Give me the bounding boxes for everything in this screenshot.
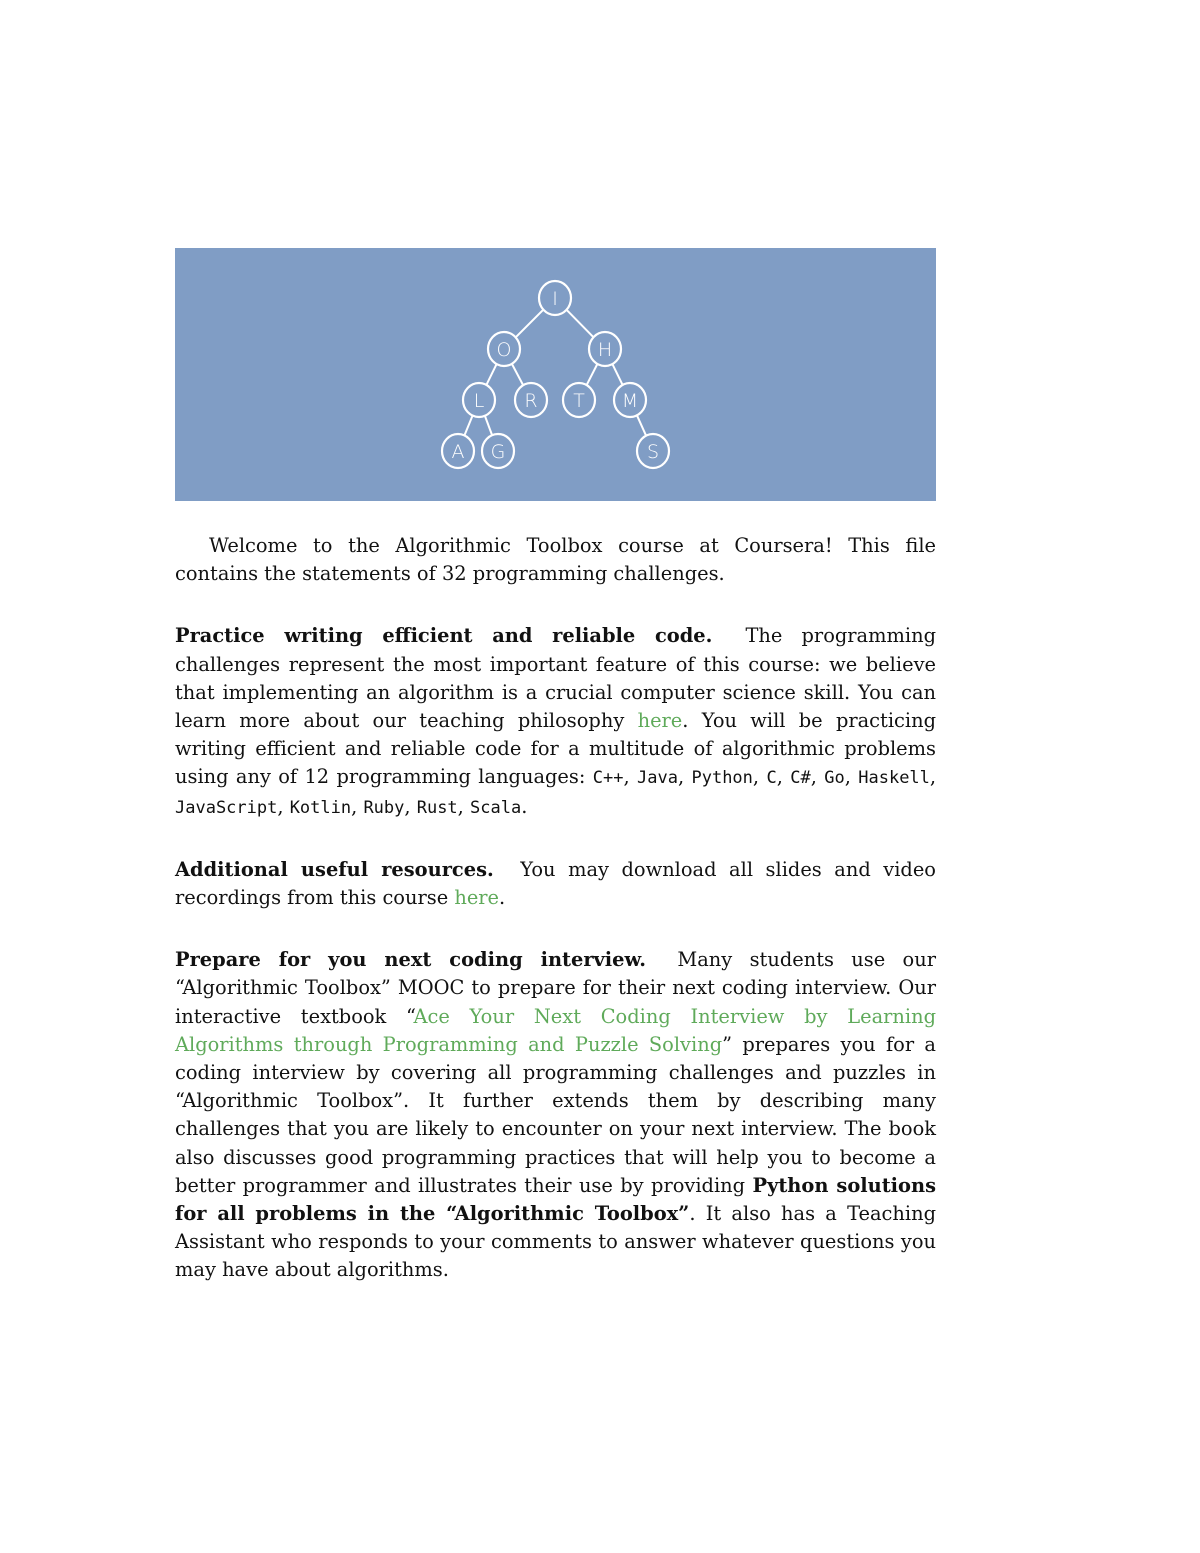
interview-paragraph: Prepare for you next coding interview. M… [175,946,936,1284]
practice-paragraph: Practice writing efficient and reliable … [175,622,936,821]
interview-text-cont: ” prepares you for a coding interview by… [175,1032,936,1197]
practice-end: . [521,794,528,818]
tree-node-label: R [524,390,537,412]
tree-node: M [612,381,648,419]
tree-edge [483,414,494,437]
teaching-philosophy-link[interactable]: here [638,709,683,732]
tree-node-label: I [552,288,558,310]
tree-node: I [537,279,573,317]
tree-node: G [480,432,516,470]
tree-edge [635,414,648,437]
language-item: Haskell [858,768,930,789]
tree-node: R [513,381,549,419]
language-item: Python [691,768,753,789]
resources-end: . [499,886,506,910]
document-body: Welcome to the Algorithmic Toolbox cours… [175,532,936,1319]
tree-node: T [561,381,597,419]
tree-node-label: S [647,441,659,463]
practice-heading: Practice writing efficient and reliable … [175,624,713,648]
intro-text: Welcome to the Algorithmic Toolbox cours… [175,534,936,586]
tree-edge [514,308,545,339]
binary-tree-illustration: I O H L R T M A G S [440,279,671,470]
language-item: JavaScript [175,797,278,818]
slides-download-link[interactable]: here [454,886,499,909]
tree-edge [611,362,624,387]
tree-node-label: T [573,390,585,412]
tree-node-label: M [622,390,638,412]
language-item: Kotlin [289,797,352,818]
language-item: C# [790,768,811,789]
tree-edge [585,362,599,387]
resources-heading: Additional useful resources. [175,857,494,881]
tree-node: S [635,432,671,470]
tree-node: H [587,330,623,368]
tree-node: O [486,330,522,368]
tree-edge [463,414,474,437]
language-item: Ruby [363,797,405,818]
tree-edge [565,308,595,339]
tree-node-label: H [598,339,612,361]
language-item: Rust [416,797,458,818]
tree-node-label: A [452,441,465,463]
tree-node-label: L [474,390,485,412]
interview-heading: Prepare for you next coding interview. [175,948,647,972]
tree-node-label: G [491,441,506,463]
tree-edge [510,362,525,387]
language-item: C [766,768,777,789]
intro-paragraph: Welcome to the Algorithmic Toolbox cours… [175,532,936,588]
tree-node-label: O [497,339,512,361]
tree-node: L [461,381,497,419]
language-item: Go [824,768,845,789]
header-banner: I O H L R T M A G S [175,248,936,501]
tree-node: A [440,432,476,470]
language-item: Scala [470,797,522,818]
language-item: C++ [592,768,624,789]
tree-edge [485,362,498,387]
language-item: Java [637,768,678,789]
resources-paragraph: Additional useful resources. You may dow… [175,856,936,912]
